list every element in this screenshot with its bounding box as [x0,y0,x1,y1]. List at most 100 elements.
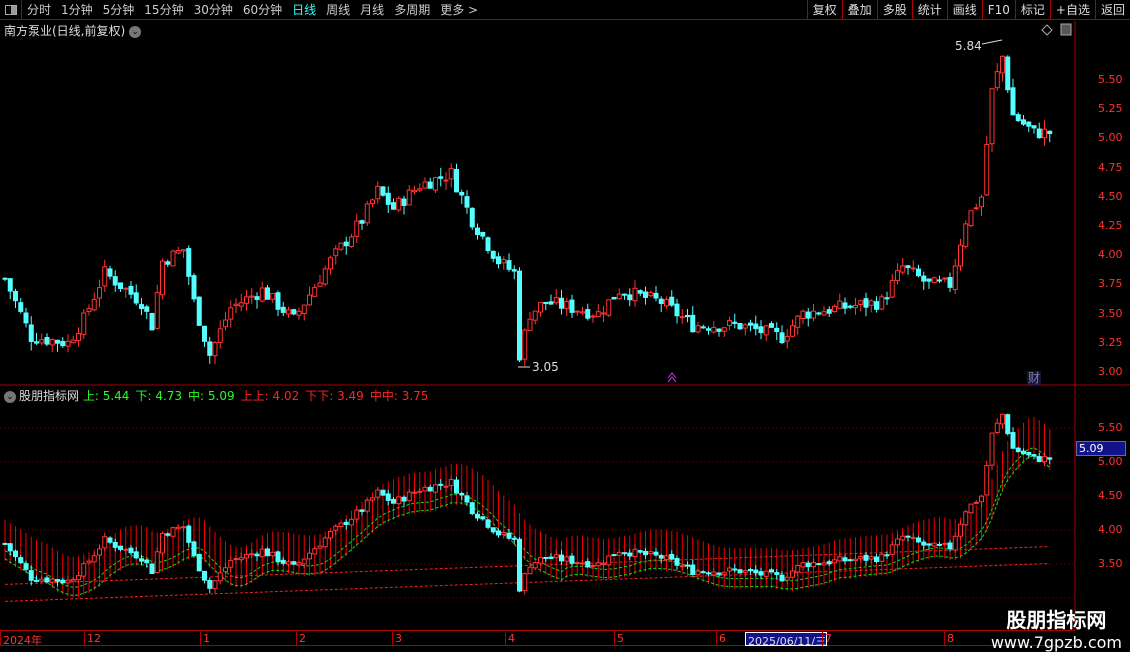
indicator-candle [580,562,585,565]
candle [112,276,118,286]
candle [118,282,123,290]
indicator-candle [548,556,554,559]
candle [406,189,412,206]
candle [13,290,18,302]
indicator-candle [97,548,102,556]
indicator-candle [721,571,727,575]
candle [527,318,533,331]
candle [816,312,822,315]
indicator-candle [296,562,302,566]
candle [212,341,218,357]
candle [685,314,690,318]
candle [18,302,24,312]
indicator-candle [811,562,816,568]
indicator-candle [973,501,979,504]
indicator-candle [679,565,685,568]
indicator-candle [910,536,916,539]
candle [627,294,633,301]
candle [784,335,790,342]
indicator-candle [506,532,512,539]
red-lowest-line [4,563,1050,602]
candle [307,294,312,306]
candle [1000,55,1005,74]
y-tick: 3.25 [1098,335,1123,349]
candle [674,303,680,317]
candle [868,300,874,306]
green-lower-line [4,455,1051,597]
indicator-candle [737,569,743,574]
candle [223,319,228,328]
candle [412,189,417,193]
candle [186,248,192,277]
candle [254,296,260,300]
indicator-candle [706,572,711,575]
indicator-candle [144,559,150,564]
indicator-candle [238,557,244,561]
y-tick: 4.00 [1098,523,1123,536]
candle [60,340,66,347]
indicator-candle [317,545,323,549]
indicator-candle [270,551,276,557]
green-mid-line [4,447,1051,588]
candle [506,260,512,270]
y-tick: 5.50 [1098,421,1123,434]
indicator-candle [1000,413,1005,425]
candle [748,322,753,326]
indicator-candle [853,558,858,562]
indicator-candle [112,541,118,548]
indicator-candle [569,555,575,564]
candle [884,297,890,300]
indicator-candle [585,561,591,568]
indicator-candle [994,422,1000,433]
price-chart[interactable]: 5.843.05财 [0,0,1130,650]
candle [102,266,108,287]
indicator-candle [312,548,318,555]
indicator-candle [39,578,45,582]
candle [207,341,213,356]
indicator-candle [23,563,29,570]
indicator-candle [107,537,113,543]
indicator-candle [433,484,438,493]
indicator-candle [643,550,648,556]
candle [23,312,29,324]
candle [317,282,323,287]
indicator-candle [475,513,480,519]
candle [695,325,701,333]
indicator-candle [716,572,722,575]
indicator-candle [837,556,843,562]
candle [690,314,696,333]
indicator-candle [653,551,659,556]
indicator-candle [637,550,643,553]
indicator-candle [517,538,522,592]
candle [800,310,806,319]
y-tick: 5.00 [1098,455,1123,468]
candle [679,316,685,319]
candle [979,196,984,208]
indicator-candle [690,564,696,576]
indicator-candle [522,573,528,591]
indicator-candle [595,562,601,567]
indicator-candle [60,579,66,584]
candle [448,168,454,180]
candle [485,237,491,252]
watermark: 股朋指标网 www.7gpzb.com [990,608,1122,652]
indicator-candle [76,575,81,581]
candle [658,298,664,304]
candle [70,339,76,344]
candle [847,305,853,308]
candle [196,296,202,326]
y-tick: 4.00 [1098,248,1123,262]
indicator-candle [385,493,391,501]
candle [49,339,55,346]
indicator-candle [375,489,381,498]
indicator-candle [753,569,759,574]
candle [76,333,81,342]
candle [811,310,816,319]
candle [459,191,465,196]
candle [422,181,428,189]
y-tick: 3.75 [1098,277,1123,291]
candle [286,309,291,315]
candle [343,241,349,247]
candle [910,267,916,270]
indicator-candle [343,521,349,525]
